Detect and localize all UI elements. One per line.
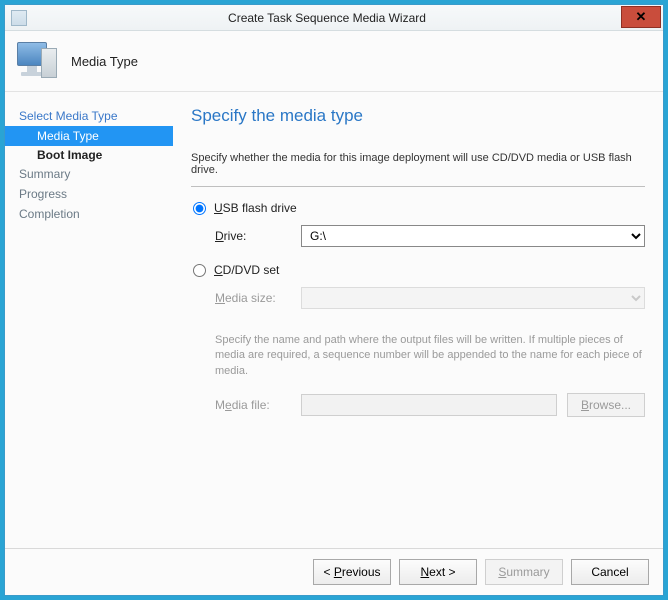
radio-usb-label[interactable]: USB flash drive	[214, 201, 297, 215]
media-file-label: Media file:	[215, 398, 301, 412]
drive-label: Drive:	[215, 229, 301, 243]
system-icon	[11, 10, 27, 26]
browse-button: Browse...	[567, 393, 645, 417]
radio-usb[interactable]	[193, 202, 206, 215]
wizard-body: Select Media Type Media Type Boot Image …	[5, 91, 663, 548]
sidebar-item-boot-image[interactable]: Boot Image	[5, 146, 173, 164]
page-title: Specify the media type	[191, 106, 645, 126]
window-title: Create Task Sequence Media Wizard	[33, 11, 621, 25]
media-file-row: Media file: Browse...	[215, 393, 645, 417]
sidebar-item-progress[interactable]: Progress	[5, 184, 173, 204]
close-button[interactable]: ✕	[621, 6, 661, 28]
radio-cd[interactable]	[193, 264, 206, 277]
wizard-sidebar: Select Media Type Media Type Boot Image …	[5, 92, 173, 548]
drive-select[interactable]: G:\	[301, 225, 645, 247]
option-usb-row: USB flash drive	[191, 201, 645, 215]
cancel-button[interactable]: Cancel	[571, 559, 649, 585]
sidebar-item-summary[interactable]: Summary	[5, 164, 173, 184]
media-size-select	[301, 287, 645, 309]
instruction-text: Specify whether the media for this image…	[191, 152, 645, 176]
wizard-content: Specify the media type Specify whether t…	[173, 92, 663, 548]
sidebar-item-media-type[interactable]: Media Type	[5, 126, 173, 146]
option-cd-row: CD/DVD set	[191, 263, 645, 277]
wizard-footer: < Previous Next > Summary Cancel	[5, 548, 663, 595]
help-text: Specify the name and path where the outp…	[215, 333, 645, 379]
sidebar-item-completion[interactable]: Completion	[5, 204, 173, 224]
wizard-window: Create Task Sequence Media Wizard ✕ Medi…	[4, 4, 664, 596]
media-file-input	[301, 394, 557, 416]
sidebar-item-select-media-type[interactable]: Select Media Type	[5, 106, 173, 126]
title-bar: Create Task Sequence Media Wizard ✕	[5, 5, 663, 31]
media-size-label: Media size:	[215, 291, 301, 305]
previous-button[interactable]: < Previous	[313, 559, 391, 585]
wizard-header: Media Type	[5, 31, 663, 91]
header-title: Media Type	[71, 54, 138, 69]
separator	[191, 186, 645, 187]
computer-icon	[17, 42, 57, 80]
media-size-row: Media size:	[215, 287, 645, 309]
radio-cd-label[interactable]: CD/DVD set	[214, 263, 279, 277]
drive-row: Drive: G:\	[215, 225, 645, 247]
summary-button: Summary	[485, 559, 563, 585]
next-button[interactable]: Next >	[399, 559, 477, 585]
